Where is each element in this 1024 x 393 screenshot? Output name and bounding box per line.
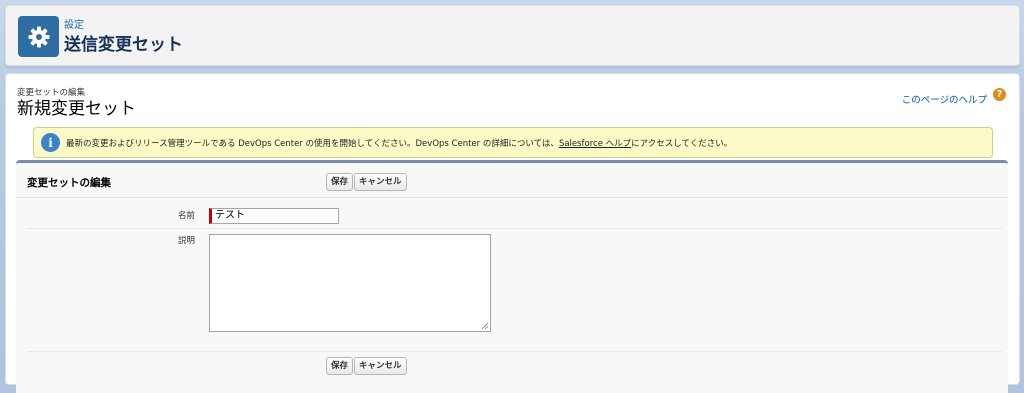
name-label: 名前 <box>177 211 195 221</box>
setup-header: 設定 送信変更セット <box>5 5 1020 66</box>
row-divider <box>27 228 1002 229</box>
info-message: i 最新の変更およびリリース管理ツールである DevOps Center の使用… <box>33 127 993 158</box>
info-text: 最新の変更およびリリース管理ツールである DevOps Center の使用を開… <box>66 137 732 149</box>
header-eyebrow: 設定 <box>64 20 84 31</box>
description-field[interactable] <box>209 234 491 332</box>
save-button-bottom[interactable]: 保存 <box>326 357 354 375</box>
info-text-before: 最新の変更およびリリース管理ツールである DevOps Center の使用を開… <box>66 139 559 149</box>
block-header: 変更セットの編集 保存 キャンセル <box>16 163 1008 198</box>
edit-block: 変更セットの編集 保存 キャンセル 名前 テスト 説明 保存 キャンセル <box>16 160 1008 393</box>
help-link[interactable]: このページのヘルプ <box>902 92 987 106</box>
save-button[interactable]: 保存 <box>326 173 354 191</box>
gear-icon <box>18 16 59 57</box>
block-title: 変更セットの編集 <box>27 177 111 189</box>
cancel-button-bottom[interactable]: キャンセル <box>354 357 407 375</box>
header-title: 送信変更セット <box>64 35 183 55</box>
resize-grip-icon[interactable] <box>481 322 489 330</box>
name-field[interactable]: テスト <box>209 208 339 224</box>
info-icon: i <box>41 133 60 152</box>
row-divider <box>27 351 1002 352</box>
cancel-button[interactable]: キャンセル <box>354 173 407 191</box>
salesforce-help-link[interactable]: Salesforce ヘルプ <box>559 139 631 149</box>
question-icon[interactable]: ? <box>993 88 1006 101</box>
description-label: 説明 <box>177 236 195 246</box>
page-title: 新規変更セット <box>17 99 136 119</box>
main-content: 変更セットの編集 新規変更セット このページのヘルプ ? i 最新の変更およびリ… <box>5 73 1020 393</box>
info-text-after: にアクセスしてください。 <box>631 139 733 149</box>
